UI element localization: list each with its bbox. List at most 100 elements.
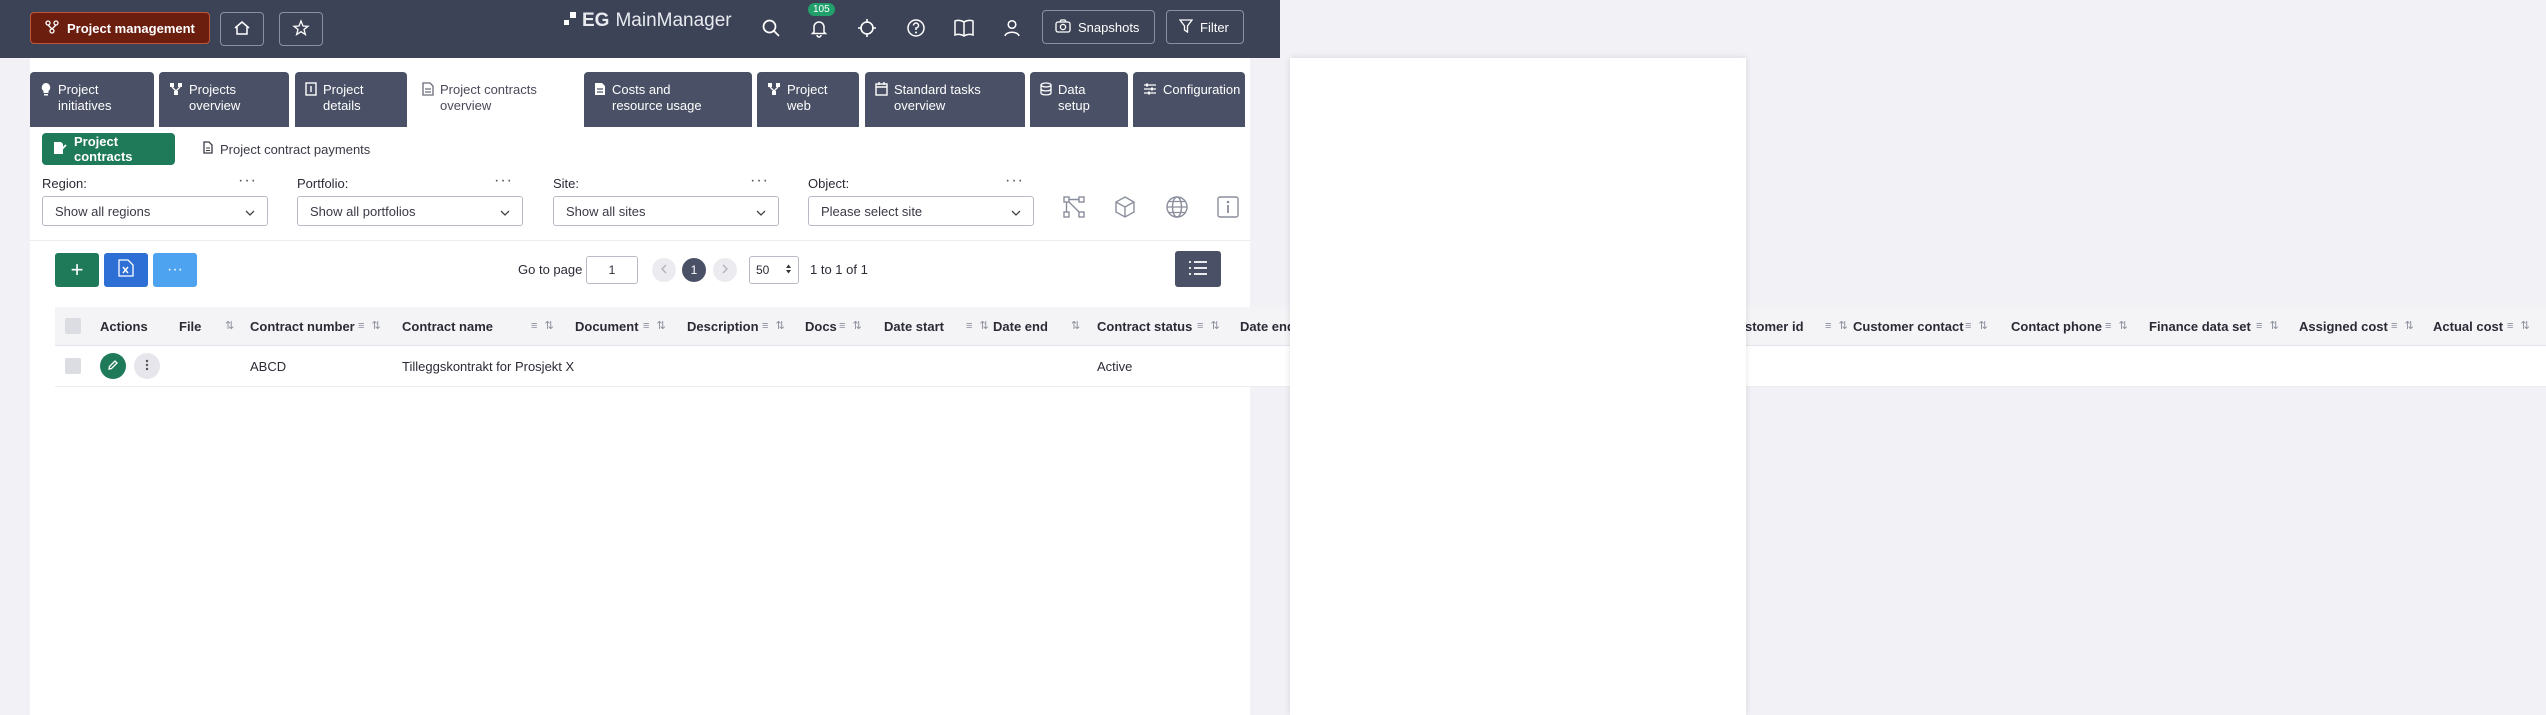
row-checkbox[interactable] [65,358,81,374]
column-header-date-end[interactable]: Date end [993,307,1048,345]
object-view-button[interactable] [1111,194,1139,222]
row-more-button[interactable] [134,353,160,379]
export-excel-button[interactable] [104,253,148,287]
tab-label-line1: Project [323,82,364,97]
column-list-button[interactable] [1175,251,1221,287]
excel-icon [118,257,134,283]
object-select[interactable]: Please select site [808,196,1034,226]
tab-projects-overview[interactable]: Projects overview [159,72,289,127]
manual-button[interactable] [951,16,977,42]
column-header-date-start[interactable]: Date start [884,307,944,345]
column-menu-sort-icon[interactable]: ≡ ⇅ [762,319,787,332]
region-select[interactable]: Show all regions [42,196,268,226]
row-edit-button[interactable] [100,353,126,379]
tab-costs-and-resource-usage[interactable]: Costs and resource usage [584,72,752,127]
user-button[interactable] [999,16,1025,42]
site-select[interactable]: Show all sites [553,196,779,226]
subtab-project-contract-payments[interactable]: Project contract payments [192,133,392,165]
home-button[interactable] [220,12,264,46]
column-menu-sort-icon[interactable]: ≡ ⇅ [839,319,864,332]
user-icon [1002,18,1022,41]
column-header-finance-data-set[interactable]: Finance data set [2149,307,2251,345]
snapshots-button[interactable]: Snapshots [1042,10,1155,44]
crosshair-icon [857,18,877,41]
object-more-button[interactable]: ··· [1005,172,1024,190]
next-page-button[interactable] [713,258,737,282]
tab-standard-tasks-overview[interactable]: Standard tasks overview [865,72,1025,127]
locate-button[interactable] [854,16,880,42]
logo-name: MainManager [615,10,732,31]
column-header-customer-contact[interactable]: Customer contact [1853,307,1964,345]
column-menu-sort-icon[interactable]: ≡ ⇅ [1197,319,1222,332]
chevron-down-icon [245,204,255,219]
select-all-checkbox[interactable] [65,318,81,334]
column-header-contract-number[interactable]: Contract number [250,307,355,345]
current-page-button[interactable]: 1 [682,258,706,282]
tab-project-contracts-overview[interactable]: Project contracts overview [412,72,578,130]
project-management-button[interactable]: Project management [30,12,210,44]
info-button[interactable] [1214,194,1242,222]
network-view-button[interactable] [1060,194,1088,222]
site-more-button[interactable]: ··· [750,172,769,190]
column-menu-sort-icon[interactable]: ≡ ⇅ [2105,319,2130,332]
object-select-value: Please select site [821,203,923,219]
snapshots-label: Snapshots [1078,19,1140,35]
column-header-description[interactable]: Description [687,307,759,345]
column-menu-sort-icon[interactable]: ≡ ⇅ [966,319,991,332]
per-page-value: 50 [756,263,770,277]
tab-project-details[interactable]: Project details [295,72,407,127]
column-header-contract-status[interactable]: Contract status [1097,307,1192,345]
column-menu-sort-icon[interactable]: ≡ ⇅ [643,319,668,332]
column-header-date-end-2[interactable]: Date end [1240,307,1295,345]
tab-label-line1: Costs and [612,82,671,97]
page-number-value: 1 [608,263,616,277]
chevron-right-icon [721,263,729,277]
page-number-input[interactable]: 1 [586,256,638,284]
column-menu-sort-icon[interactable]: ≡ ⇅ [2391,319,2416,332]
previous-page-button[interactable] [652,258,676,282]
sort-icon[interactable]: ⇅ [225,319,236,332]
column-menu-sort-icon[interactable]: ≡ ⇅ [531,319,556,332]
filter-button[interactable]: Filter [1166,10,1244,44]
column-menu-sort-icon[interactable]: ≡ ⇅ [1825,319,1850,332]
tab-label-line2: overview [894,98,946,113]
notifications-button[interactable] [806,16,832,42]
sort-icon[interactable]: ⇅ [1071,319,1082,332]
document-icon [422,82,434,130]
per-page-select[interactable]: 50 [749,256,799,284]
column-menu-sort-icon[interactable]: ≡ ⇅ [2256,319,2281,332]
blank-overlay-panel [1290,58,1746,715]
column-header-docs[interactable]: Docs [805,307,837,345]
contract-edit-icon [53,141,67,158]
tab-configuration[interactable]: Configuration [1133,72,1245,127]
subtab-project-contracts[interactable]: Project contracts [42,133,175,165]
region-more-button[interactable]: ··· [238,172,257,190]
search-button[interactable] [758,16,784,42]
column-header-contract-name[interactable]: Contract name [402,307,493,345]
column-menu-sort-icon[interactable]: ≡ ⇅ [2507,319,2532,332]
more-actions-button[interactable]: ··· [153,253,197,287]
tab-project-web[interactable]: Project web [757,72,859,127]
add-button[interactable]: + [55,253,99,287]
tab-data-setup[interactable]: Data setup [1030,72,1128,127]
column-header-file[interactable]: File [179,307,201,345]
project-management-label: Project management [67,20,195,36]
column-header-actual-cost[interactable]: Actual cost [2433,307,2503,345]
column-header-contact-phone[interactable]: Contact phone [2011,307,2102,345]
favorites-button[interactable] [279,12,323,46]
column-menu-sort-icon[interactable]: ≡ ⇅ [358,319,383,332]
portfolio-select[interactable]: Show all portfolios [297,196,523,226]
map-view-button[interactable] [1163,194,1191,222]
help-button[interactable] [903,16,929,42]
column-menu-sort-icon[interactable]: ≡ ⇅ [1965,319,1990,332]
column-header-customer-id[interactable]: stomer id [1745,307,1804,345]
row-gap [1250,346,1290,386]
calendar-icon [875,82,888,127]
cell-contract-name: Tilleggskontrakt for Prosjekt X [402,358,575,374]
portfolio-more-button[interactable]: ··· [494,172,513,190]
column-header-assigned-cost[interactable]: Assigned cost [2299,307,2388,345]
tab-project-initiatives[interactable]: Project initiatives [30,72,154,127]
tab-label-line1: Data [1058,82,1086,97]
notification-count-badge: 105 [808,3,835,16]
column-header-document[interactable]: Document [575,307,639,345]
